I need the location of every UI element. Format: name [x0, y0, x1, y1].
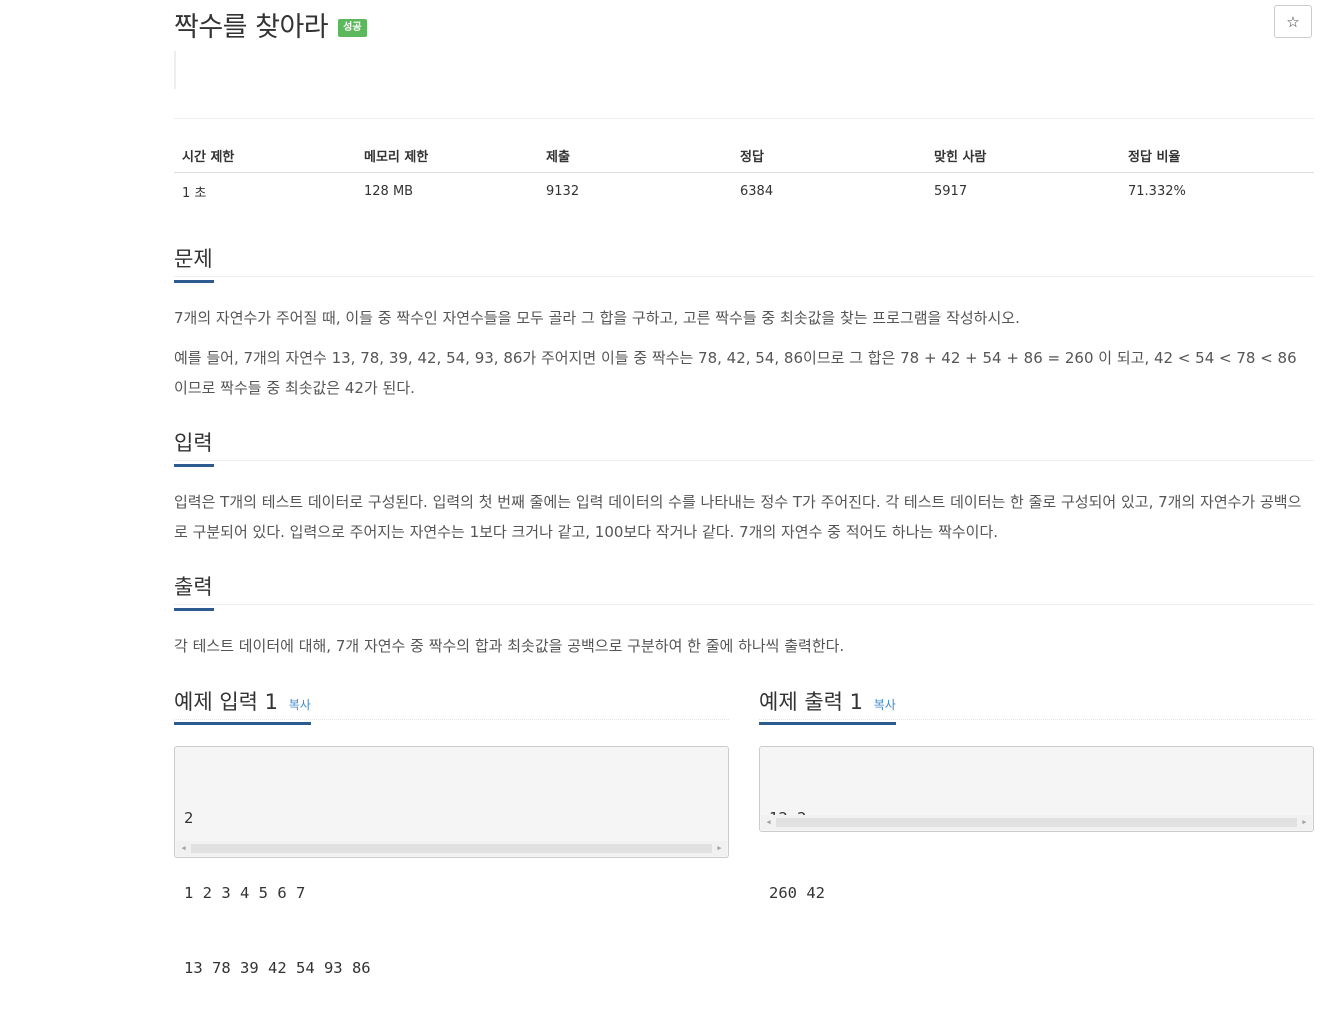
sample-input-heading: 예제 입력 1 복사: [174, 686, 729, 725]
problem-header: 짝수를 찾아라 성공: [174, 2, 367, 46]
header-time-limit: 시간 제한: [174, 138, 356, 173]
star-icon: ☆: [1286, 12, 1300, 31]
scrollbar-thumb[interactable]: [776, 818, 1297, 827]
scroll-right-icon[interactable]: ▶: [712, 841, 727, 856]
section-title-problem: 문제: [174, 243, 214, 283]
header-memory-limit: 메모리 제한: [356, 138, 538, 173]
table-header-row: 시간 제한 메모리 제한 제출 정답 맞힌 사람 정답 비율: [174, 138, 1314, 173]
sample-output-box[interactable]: 12 2 260 42 ◀ ▶: [759, 746, 1314, 902]
sample-input-title: 예제 입력 1: [174, 690, 278, 714]
header-solved-users: 맞힌 사람: [926, 138, 1120, 173]
problem-tags-area: [174, 51, 176, 89]
problem-info-table: 시간 제한 메모리 제한 제출 정답 맞힌 사람 정답 비율 1 초 128 M…: [174, 138, 1314, 209]
value-memory-limit: 128 MB: [364, 183, 414, 199]
horizontal-scrollbar[interactable]: ◀ ▶: [761, 815, 1312, 830]
scroll-left-icon[interactable]: ◀: [176, 841, 191, 856]
scroll-left-icon[interactable]: ◀: [761, 815, 776, 830]
sample-output-title: 예제 출력 1: [759, 690, 863, 714]
output-description: 각 테스트 데이터에 대해, 7개 자연수 중 짝수의 합과 최솟값을 공백으로…: [174, 637, 845, 655]
section-title-output: 출력: [174, 571, 214, 611]
horizontal-scrollbar[interactable]: ◀ ▶: [176, 841, 727, 856]
sample-output-line: 260 42: [769, 881, 1304, 906]
table-row: 1 초 128 MB 9132 6384 5917 71.332%: [174, 173, 1314, 210]
header-accepted: 정답: [732, 138, 926, 173]
copy-sample-output-link[interactable]: 복사: [874, 698, 896, 712]
copy-sample-input-link[interactable]: 복사: [289, 698, 311, 712]
input-description: 입력은 T개의 테스트 데이터로 구성된다. 입력의 첫 번째 줄에는 입력 데…: [174, 493, 1302, 541]
sample-input-line: 2: [184, 809, 194, 827]
section-output-heading: 출력: [174, 571, 1314, 611]
sample-input-box[interactable]: 2 1 2 3 4 5 6 7 13 78 39 42 54 93 86 ◀ ▶: [174, 746, 729, 977]
value-solved-users: 5917: [934, 183, 968, 199]
scrollbar-thumb[interactable]: [191, 844, 712, 853]
problem-example-text: 예를 들어, 7개의 자연수 13, 78, 39, 42, 54, 93, 8…: [174, 349, 1297, 397]
status-badge: 성공: [338, 19, 367, 37]
section-problem-heading: 문제: [174, 243, 1314, 283]
value-time-limit: 1 초: [182, 185, 207, 201]
section-title-input: 입력: [174, 427, 214, 467]
header-accept-ratio: 정답 비율: [1120, 138, 1314, 173]
value-submissions: 9132: [546, 183, 580, 199]
sample-input-line: 1 2 3 4 5 6 7: [184, 884, 306, 902]
sample-input-line: 13 78 39 42 54 93 86: [184, 959, 371, 977]
star-button[interactable]: ☆: [1274, 5, 1312, 38]
divider: [174, 118, 1314, 119]
section-input-heading: 입력: [174, 427, 1314, 467]
header-submissions: 제출: [538, 138, 732, 173]
page-title: 짝수를 찾아라: [174, 11, 329, 43]
value-accepted: 6384: [740, 183, 774, 199]
value-accept-ratio: 71.332%: [1128, 183, 1186, 199]
scroll-right-icon[interactable]: ▶: [1297, 815, 1312, 830]
problem-description: 7개의 자연수가 주어질 때, 이들 중 짝수인 자연수들을 모두 골라 그 합…: [174, 309, 1020, 327]
sample-output-heading: 예제 출력 1 복사: [759, 686, 1314, 725]
